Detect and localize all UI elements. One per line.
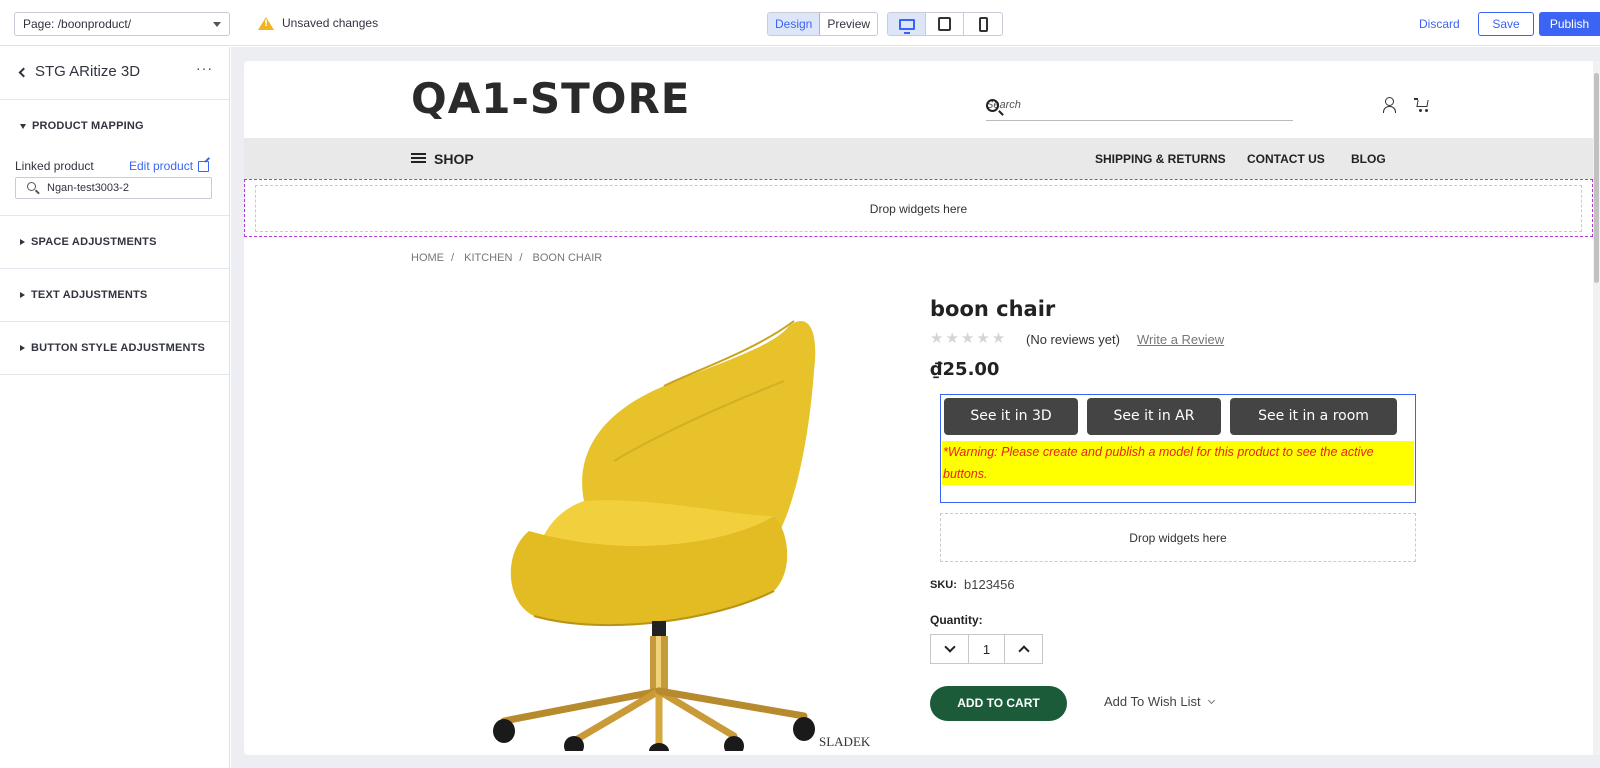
product-title: boon chair [930,297,1056,321]
cart-icon[interactable] [1414,97,1429,112]
page-select-value: Page: /boonproduct/ [23,17,132,31]
reviews-count: (No reviews yet) [1026,332,1120,347]
store-search-input[interactable]: Search [986,95,1293,121]
product-mapping-body: Linked product Edit product Ngan-test300… [0,152,229,215]
section-label: BUTTON STYLE ADJUSTMENTS [31,342,206,354]
design-mode-button[interactable]: Design [768,13,821,35]
button-style-toggle[interactable]: BUTTON STYLE ADJUSTMENTS [0,322,229,374]
see-in-room-button[interactable]: See it in a room [1230,398,1397,435]
product-price: ₫25.00 [930,359,1000,380]
device-toggle [887,12,1003,36]
widget-drop-zone[interactable]: Drop widgets here [255,185,1582,232]
decrease-quantity-button[interactable] [931,635,968,663]
caret-right-icon [20,292,25,298]
nav-shipping-returns[interactable]: SHIPPING & RETURNS [1095,152,1226,166]
chevron-down-icon [213,22,221,27]
image-watermark: SLADEK [819,734,871,749]
sku-label: SKU: [930,579,957,591]
settings-sidebar: STG ARitize 3D ··· PRODUCT MAPPING Linke… [0,47,230,768]
add-to-cart-button[interactable]: ADD TO CART [930,686,1067,721]
section-label: TEXT ADJUSTMENTS [31,289,148,301]
linked-product-value: Ngan-test3003-2 [47,182,129,194]
unsaved-label: Unsaved changes [282,16,379,30]
publish-button[interactable]: Publish [1539,12,1600,36]
scrollbar-thumb[interactable] [1594,73,1599,283]
aritize-widget[interactable]: See it in 3D See it in AR See it in a ro… [940,394,1416,503]
store-preview: QA1-STORE Search SHOP SHIPPING & RETURNS… [244,61,1600,755]
rating-stars: ★★★★★ [930,329,1008,347]
sidebar-header: STG ARitize 3D ··· [0,47,229,100]
unsaved-indicator: Unsaved changes [258,16,378,30]
breadcrumb: HOME / KITCHEN / BOON CHAIR [411,252,603,264]
preview-scrollbar[interactable] [1593,61,1600,755]
mode-toggle: Design Preview [767,12,879,36]
product-image[interactable]: SLADEK [434,291,894,751]
chevron-down-icon [1207,696,1215,704]
more-options-icon[interactable]: ··· [196,60,213,76]
quantity-label: Quantity: [930,613,983,627]
see-in-3d-button[interactable]: See it in 3D [944,398,1078,435]
chevron-down-icon [943,641,956,653]
space-adjustments-toggle[interactable]: SPACE ADJUSTMENTS [0,216,229,268]
product-mapping-toggle[interactable]: PRODUCT MAPPING [0,100,229,152]
caret-down-icon [20,123,26,129]
wishlist-label: Add To Wish List [1104,694,1201,709]
nav-blog[interactable]: BLOG [1351,152,1386,166]
discard-button[interactable]: Discard [1419,17,1460,31]
chevron-up-icon [1017,645,1030,657]
desktop-view-button[interactable] [888,13,926,35]
desktop-icon [898,18,915,34]
nav-shop[interactable]: SHOP [434,151,474,167]
breadcrumb-current: BOON CHAIR [532,252,603,264]
breadcrumb-kitchen[interactable]: KITCHEN [464,252,512,264]
write-review-link[interactable]: Write a Review [1137,332,1224,347]
linked-product-label: Linked product [15,159,94,173]
app-title: STG ARitize 3D [35,63,141,80]
page-select[interactable]: Page: /boonproduct/ [14,12,230,36]
edit-product-label: Edit product [129,159,194,173]
increase-quantity-button[interactable] [1005,635,1042,663]
tablet-view-button[interactable] [926,13,964,35]
widget-drop-zone[interactable]: Drop widgets here [940,513,1416,562]
search-icon [27,182,36,191]
text-adjustments-section: TEXT ADJUSTMENTS [0,269,229,322]
edit-product-link[interactable]: Edit product [129,159,210,173]
breadcrumb-home[interactable]: HOME [411,252,444,264]
menu-icon[interactable] [411,153,426,163]
external-link-icon [198,160,210,172]
store-navbar: SHOP SHIPPING & RETURNS CONTACT US BLOG [244,138,1593,179]
back-icon[interactable] [18,67,29,78]
preview-mode-button[interactable]: Preview [820,13,877,35]
tablet-icon [938,17,951,31]
editor-toolbar: Page: /boonproduct/ Unsaved changes Desi… [0,0,1600,46]
mobile-icon [978,16,988,32]
nav-contact-us[interactable]: CONTACT US [1247,152,1325,166]
see-in-ar-button[interactable]: See it in AR [1087,398,1221,435]
section-label: SPACE ADJUSTMENTS [31,236,157,248]
caret-right-icon [20,345,25,351]
caret-right-icon [20,239,25,245]
selected-region-outline: Drop widgets here [244,179,1593,237]
text-adjustments-toggle[interactable]: TEXT ADJUSTMENTS [0,269,229,321]
product-mapping-section: PRODUCT MAPPING Linked product Edit prod… [0,100,229,216]
user-icon[interactable] [1383,97,1396,113]
store-logo[interactable]: QA1-STORE [411,74,691,123]
add-to-wishlist-button[interactable]: Add To Wish List [1104,694,1215,709]
search-icon[interactable] [986,99,999,112]
sku-value: b123456 [964,577,1015,592]
space-adjustments-section: SPACE ADJUSTMENTS [0,216,229,269]
model-warning: *Warning: Please create and publish a mo… [942,441,1414,485]
section-label: PRODUCT MAPPING [32,120,144,132]
linked-product-input[interactable]: Ngan-test3003-2 [15,177,212,199]
save-button[interactable]: Save [1478,12,1534,36]
warning-icon [258,16,274,30]
mobile-view-button[interactable] [964,13,1002,35]
button-style-section: BUTTON STYLE ADJUSTMENTS [0,322,229,375]
quantity-input[interactable]: 1 [968,635,1005,663]
quantity-stepper: 1 [930,634,1043,664]
